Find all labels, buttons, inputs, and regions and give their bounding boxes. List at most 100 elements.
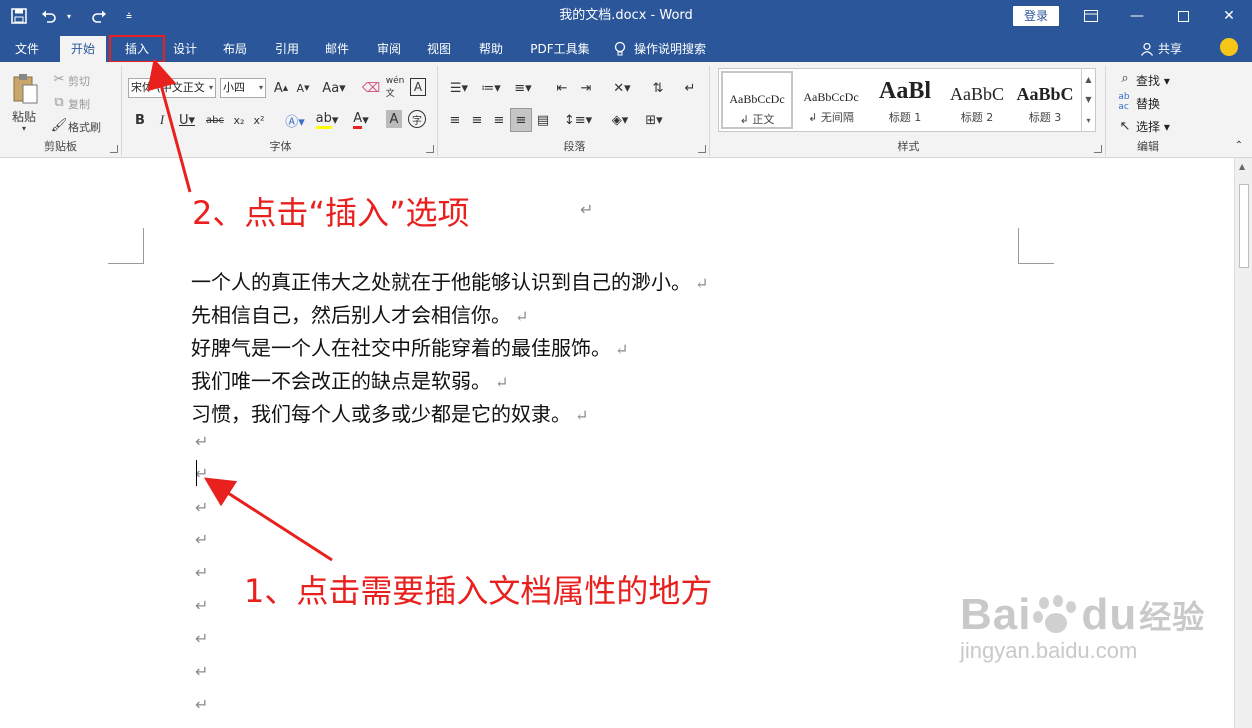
numbering-icon[interactable]: ≔▾ — [478, 78, 504, 98]
undo-dropdown-icon[interactable]: ▾ — [60, 7, 78, 25]
more-styles-icon[interactable]: ▾ — [1086, 116, 1090, 125]
align-right-icon[interactable]: ≡ — [490, 110, 508, 130]
borders-icon[interactable]: ⊞▾ — [640, 110, 668, 130]
login-button[interactable]: 登录 — [1013, 6, 1059, 26]
show-hide-marks-icon[interactable]: ↵ — [680, 78, 700, 98]
find-icon[interactable]: ⌕ — [1118, 70, 1132, 86]
shading-icon[interactable]: ◈▾ — [606, 110, 634, 130]
format-painter-icon[interactable]: 🖌 — [51, 118, 68, 133]
empty-paragraph[interactable]: ↵ — [195, 432, 208, 451]
strikethrough-icon[interactable]: abc — [204, 110, 226, 130]
line-spacing-icon[interactable]: ↕≡▾ — [564, 110, 592, 130]
paragraph-3[interactable]: 好脾气是一个人在社交中所能穿着的最佳服饰。 ↵ — [191, 332, 628, 361]
bold-icon[interactable]: B — [132, 110, 148, 130]
chevron-up-icon[interactable]: ▲ — [1085, 75, 1091, 84]
cut-label[interactable]: 剪切 — [68, 73, 90, 89]
text-effects-icon[interactable]: Ⓐ▾ — [282, 110, 308, 130]
bullets-icon[interactable]: ☰▾ — [446, 78, 472, 98]
tell-me-search[interactable]: 操作说明搜索 — [614, 36, 706, 62]
shrink-font-icon[interactable]: A ▼ — [294, 78, 312, 98]
empty-paragraph[interactable]: ↵ — [195, 498, 208, 517]
paragraph-launcher-icon[interactable] — [698, 145, 706, 153]
undo-icon[interactable] — [40, 7, 58, 25]
empty-paragraph[interactable]: ↵ — [195, 530, 208, 549]
copy-icon[interactable]: ⧉ — [52, 95, 66, 110]
format-painter-label[interactable]: 格式刷 — [68, 119, 101, 135]
cut-icon[interactable]: ✂ — [52, 72, 66, 87]
customize-qat-icon[interactable]: ⩮ — [120, 7, 138, 25]
phonetic-guide-icon[interactable]: wén 文 — [386, 76, 405, 99]
paste-label[interactable]: 粘贴 — [12, 108, 36, 125]
style-normal[interactable]: AaBbCcDc ↲ 正文 — [721, 71, 793, 129]
increase-indent-icon[interactable]: ⇥ — [576, 78, 596, 98]
enclose-characters-icon[interactable]: 字 — [408, 110, 426, 128]
save-icon[interactable] — [10, 7, 28, 25]
style-heading-1[interactable]: AaBl 标题 1 — [869, 71, 941, 129]
change-case-icon[interactable]: Aa▾ — [320, 78, 348, 98]
align-left-icon[interactable]: ≡ — [446, 110, 464, 130]
maximize-icon[interactable] — [1160, 0, 1206, 32]
tab-review[interactable]: 审阅 — [368, 36, 410, 62]
multilevel-list-icon[interactable]: ≡▾ — [510, 78, 536, 98]
redo-icon[interactable] — [90, 7, 108, 25]
tab-insert[interactable]: 插入 — [109, 35, 165, 63]
styles-launcher-icon[interactable] — [1094, 145, 1102, 153]
align-center-icon[interactable]: ≡ — [468, 110, 486, 130]
replace-label[interactable]: 替换 — [1136, 95, 1160, 112]
font-launcher-icon[interactable] — [426, 145, 434, 153]
select-cursor-icon[interactable]: ↖ — [1118, 118, 1132, 134]
chevron-down-icon[interactable]: ▼ — [1085, 95, 1091, 104]
italic-icon[interactable]: I — [154, 110, 170, 130]
paragraph-5[interactable]: 习惯，我们每个人或多或少都是它的奴隶。 ↵ — [191, 398, 588, 427]
justify-icon[interactable]: ≡ — [510, 108, 532, 132]
find-label[interactable]: 查找 ▾ — [1136, 72, 1170, 89]
ribbon-display-options-icon[interactable] — [1068, 0, 1114, 32]
styles-gallery-scroll[interactable]: ▲ ▼ ▾ — [1081, 69, 1095, 131]
paragraph-2[interactable]: 先相信自己，然后别人才会相信你。 ↵ — [191, 299, 528, 328]
paragraph-1[interactable]: 一个人的真正伟大之处就在于他能够认识到自己的渺小。 ↵ — [191, 266, 708, 295]
tab-mailings[interactable]: 邮件 — [316, 36, 358, 62]
replace-icon[interactable]: ab ac — [1116, 92, 1132, 112]
vertical-scrollbar[interactable]: ▲ — [1234, 158, 1252, 728]
decrease-indent-icon[interactable]: ⇤ — [552, 78, 572, 98]
empty-paragraph[interactable]: ↵ — [195, 464, 208, 483]
grow-font-icon[interactable]: A ▲ — [272, 78, 290, 98]
font-name-combo[interactable]: 宋体 (中文正文 ▾ — [128, 78, 216, 98]
font-color-icon[interactable]: A ▾ — [348, 110, 374, 130]
empty-paragraph[interactable]: ↵ — [195, 596, 208, 615]
empty-paragraph[interactable]: ↵ — [195, 629, 208, 648]
clipboard-launcher-icon[interactable] — [110, 145, 118, 153]
empty-paragraph[interactable]: ↵ — [195, 695, 208, 714]
paste-icon[interactable] — [10, 72, 40, 106]
paragraph-4[interactable]: 我们唯一不会改正的缺点是软弱。 ↵ — [191, 365, 508, 394]
scrollbar-thumb[interactable] — [1239, 184, 1249, 268]
font-size-combo[interactable]: 小四 ▾ — [220, 78, 266, 98]
highlight-color-icon[interactable]: ab ▾ — [314, 110, 340, 130]
tab-view[interactable]: 视图 — [418, 36, 460, 62]
sort-icon[interactable]: ⇅ — [648, 78, 668, 98]
tab-file[interactable]: 文件 — [6, 36, 48, 62]
close-icon[interactable]: ✕ — [1206, 0, 1252, 32]
empty-paragraph[interactable]: ↵ — [195, 563, 208, 582]
tab-home[interactable]: 开始 — [60, 36, 106, 62]
character-border-icon[interactable]: A — [410, 78, 426, 96]
copy-label[interactable]: 复制 — [68, 96, 90, 112]
select-label[interactable]: 选择 ▾ — [1136, 118, 1170, 135]
tab-references[interactable]: 引用 — [266, 36, 308, 62]
style-no-spacing[interactable]: AaBbCcDc ↲ 无间隔 — [795, 71, 867, 129]
distributed-icon[interactable]: ▤ — [534, 110, 552, 130]
scroll-up-icon[interactable]: ▲ — [1239, 162, 1245, 171]
feedback-smiley-icon[interactable] — [1220, 38, 1238, 56]
share-button[interactable]: 共享 — [1140, 36, 1182, 62]
tab-layout[interactable]: 布局 — [214, 36, 256, 62]
subscript-icon[interactable]: x₂ — [230, 110, 248, 130]
style-heading-2[interactable]: AaBbC 标题 2 — [941, 71, 1013, 129]
chinese-layout-icon[interactable]: ✕▾ — [608, 78, 636, 98]
clear-formatting-icon[interactable]: ⌫ — [362, 78, 380, 98]
paste-dropdown-icon[interactable]: ▾ — [22, 124, 26, 133]
tab-design[interactable]: 设计 — [164, 36, 206, 62]
tab-help[interactable]: 帮助 — [470, 36, 512, 62]
style-heading-3[interactable]: AaBbC 标题 3 — [1013, 71, 1077, 129]
collapse-ribbon-icon[interactable]: ⌃ — [1232, 138, 1246, 152]
tab-pdf-tools[interactable]: PDF工具集 — [524, 36, 596, 62]
